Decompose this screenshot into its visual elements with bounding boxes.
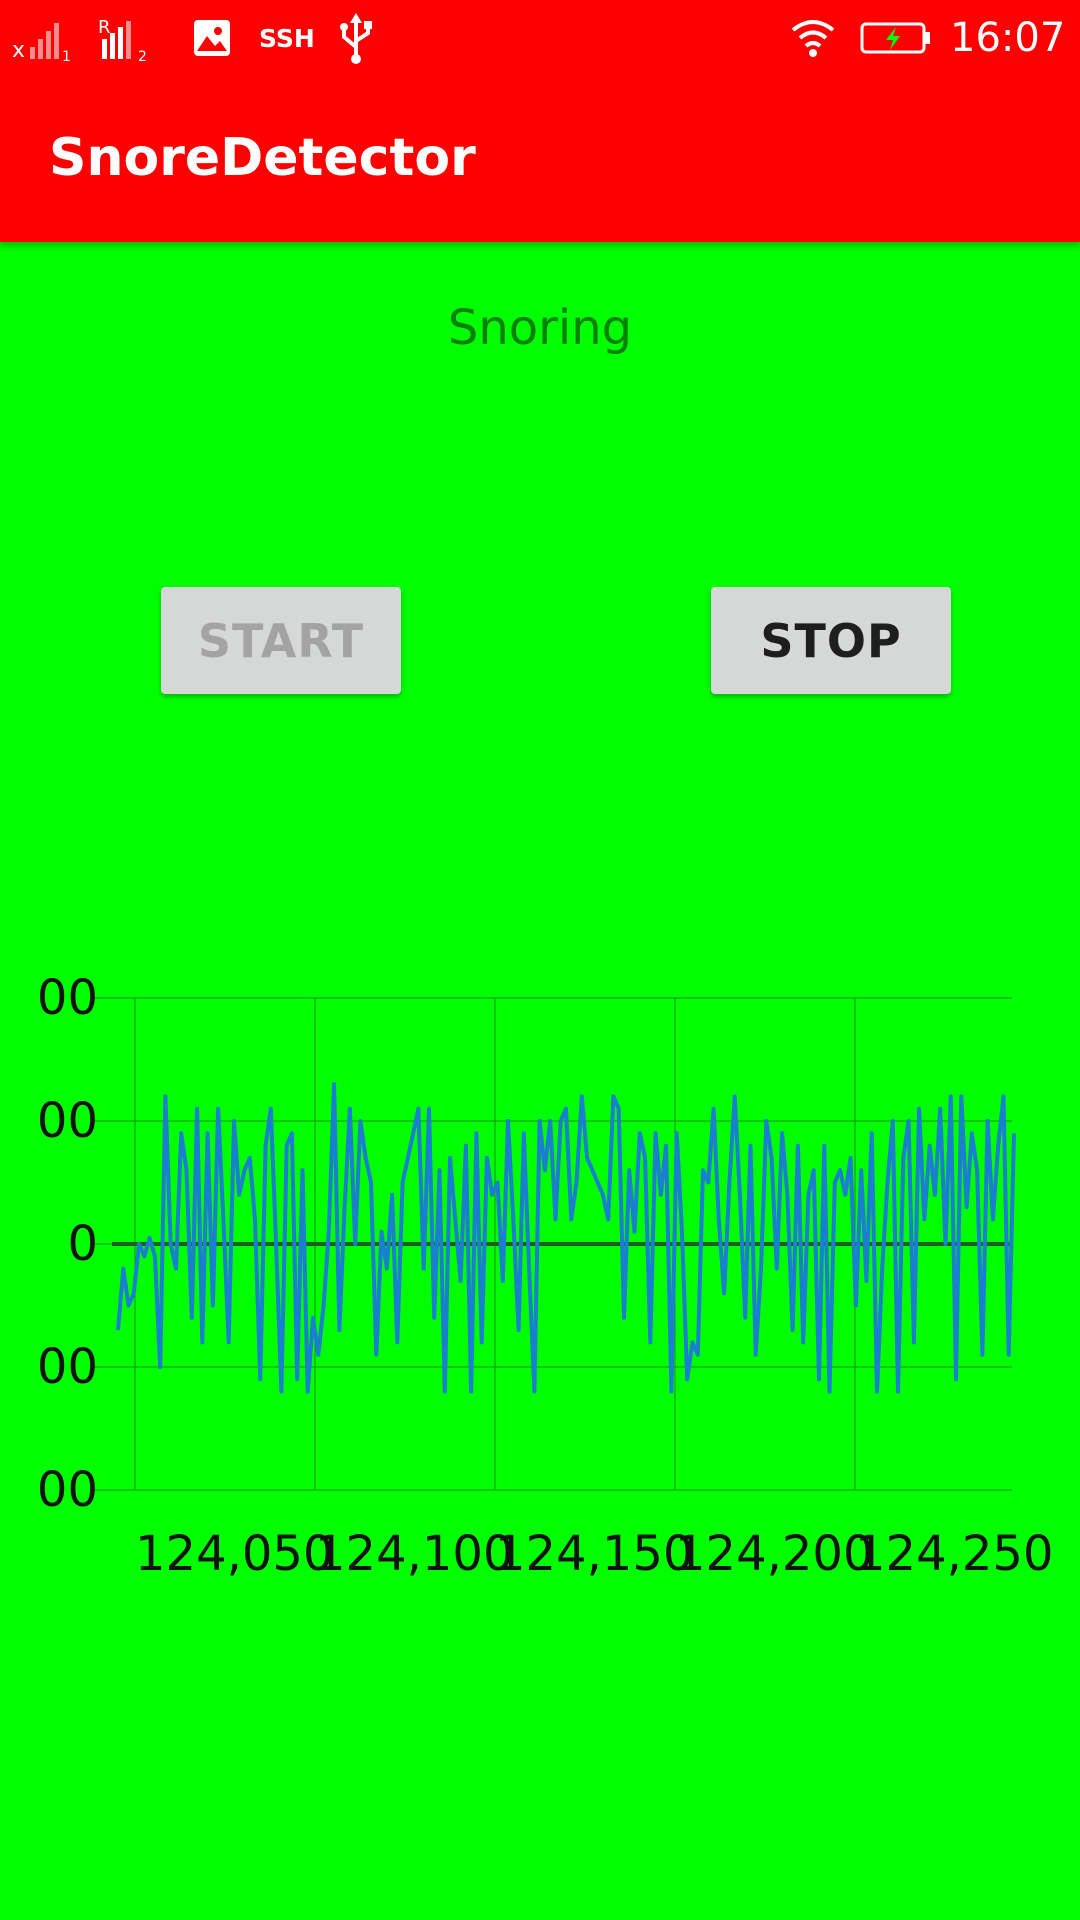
sim2-marker: 2 (138, 49, 147, 63)
usb-icon (336, 0, 376, 76)
chart-y-tick-label: 0 (67, 1216, 98, 1272)
signal-sim2-icon: R 2 (96, 0, 158, 76)
app-bar: SnoreDetector (0, 76, 1080, 242)
chart-x-tick-labels: 124,050124,100124,150124,200124,250 (135, 1526, 1054, 1582)
chart-x-tick-label: 124,100 (315, 1526, 514, 1582)
audio-waveform-chart: 00 00 0 00 00 124,050 124,100 124,150 124,200 12… (0, 960, 1080, 1600)
app-screen: x 1 R 2 SSH 16:07 SnoreDetector Snoring … (0, 0, 1080, 1920)
chart-y-tick-label: 00 (37, 1093, 98, 1149)
stop-button[interactable]: STOP (711, 587, 951, 694)
chart-svg: 000000000 124,050124,100124,150124,20012… (37, 970, 1054, 1582)
chart-y-tick-labels: 000000000 (37, 970, 98, 1518)
snore-status-text: Snoring (447, 300, 633, 356)
chart-x-tick-label: 124,150 (495, 1526, 694, 1582)
chart-x-tick-label: 124,050 (135, 1526, 334, 1582)
no-signal-marker: x (12, 38, 25, 63)
start-button[interactable]: START (161, 587, 401, 694)
app-title: SnoreDetector (49, 128, 476, 188)
chart-series (116, 1082, 1016, 1394)
chart-y-tick-label: 00 (37, 1462, 98, 1518)
image-notification-icon (192, 0, 232, 76)
chart-y-tick-label: 00 (37, 1339, 98, 1395)
wifi-icon (790, 0, 836, 76)
signal-sim1-icon: x 1 (10, 0, 72, 76)
sim1-marker: 1 (62, 49, 71, 63)
ssh-indicator: SSH (259, 23, 315, 53)
chart-series-line (116, 1082, 1016, 1394)
clock: 16:07 (950, 15, 1066, 61)
battery-charging-icon (860, 0, 932, 76)
roaming-marker: R (98, 17, 111, 38)
status-bar: x 1 R 2 SSH 16:07 (0, 0, 1080, 76)
chart-x-tick-label: 124,250 (855, 1526, 1054, 1582)
chart-x-tick-label: 124,200 (675, 1526, 874, 1582)
chart-y-tick-label: 00 (37, 970, 98, 1026)
